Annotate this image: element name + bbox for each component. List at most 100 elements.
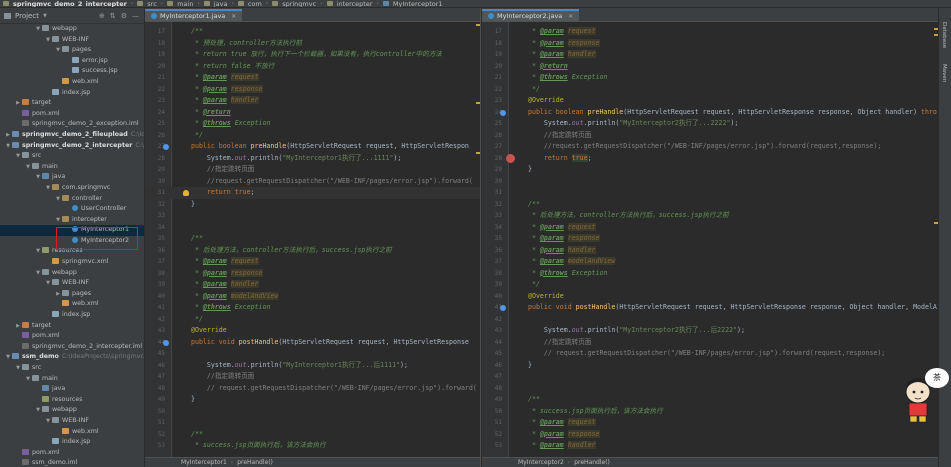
line-number[interactable]: 39	[145, 279, 165, 291]
tree-item[interactable]: ▼ src	[0, 363, 144, 374]
code-line[interactable]: 47 //指定跳转页面	[145, 371, 480, 383]
breadcrumb-class[interactable]: MyInterceptor1	[181, 459, 227, 466]
chevron-right-icon[interactable]: ▶	[54, 289, 62, 300]
code-line[interactable]: 42 */	[145, 314, 480, 326]
tree-item[interactable]: ▼ main	[0, 374, 144, 385]
code-line[interactable]: 20 * return false 不放行	[145, 61, 480, 73]
line-number[interactable]: 45	[482, 348, 502, 360]
tree-item[interactable]: UserController	[0, 204, 144, 215]
code-line[interactable]: 30	[482, 176, 938, 188]
line-number[interactable]: 23	[482, 95, 502, 107]
hide-icon[interactable]: —	[132, 12, 139, 20]
code-line[interactable]: 23 * @param handler	[145, 95, 480, 107]
line-number[interactable]: 28	[145, 153, 165, 165]
code-line[interactable]: 28 System.out.println("MyInterceptor1执行了…	[145, 153, 480, 165]
code-line[interactable]: 48	[482, 383, 938, 395]
line-number[interactable]: 31	[482, 187, 502, 199]
line-number[interactable]: 24	[145, 107, 165, 119]
line-number[interactable]: 50	[145, 406, 165, 418]
line-number[interactable]: 37	[482, 256, 502, 268]
line-number[interactable]: 17	[145, 26, 165, 38]
line-number[interactable]: 21	[145, 72, 165, 84]
maven-tool-button[interactable]: Maven	[941, 64, 947, 82]
code-line[interactable]: 36 * @param handler	[482, 245, 938, 257]
line-number[interactable]: 49	[482, 394, 502, 406]
line-number[interactable]: 47	[145, 371, 165, 383]
code-line[interactable]: 41 public void postHandle(HttpServletRequ…	[482, 302, 938, 314]
code-line[interactable]: 50 * success.jsp页面执行后，该方法会执行	[482, 406, 938, 418]
breadcrumb-method[interactable]: preHandle()	[237, 459, 273, 466]
tree-item[interactable]: index.jsp	[0, 310, 144, 321]
chevron-right-icon[interactable]: ▶	[14, 321, 22, 332]
tree-item[interactable]: ▼ intercepter	[0, 215, 144, 226]
chevron-down-icon[interactable]: ▼	[54, 45, 62, 56]
line-number[interactable]: 48	[482, 383, 502, 395]
code-line[interactable]: 47	[482, 371, 938, 383]
code-line[interactable]: 19 * @param handler	[482, 49, 938, 61]
line-number[interactable]: 38	[482, 268, 502, 280]
code-line[interactable]: 29 //指定跳转页面	[145, 164, 480, 176]
code-line[interactable]: 43 System.out.println("MyInterceptor2执行了…	[482, 325, 938, 337]
line-number[interactable]: 37	[145, 256, 165, 268]
line-number[interactable]: 35	[482, 233, 502, 245]
code-line[interactable]: 35 /**	[145, 233, 480, 245]
code-line[interactable]: 43 @Override	[145, 325, 480, 337]
code-line[interactable]: 24 * @return	[145, 107, 480, 119]
tree-item[interactable]: pom.xml	[0, 109, 144, 120]
code-line[interactable]: 27 public boolean preHandle(HttpServletRe…	[145, 141, 480, 153]
nav-crumb[interactable]: springmvc_demo_2_intercepter	[13, 0, 127, 7]
code-line[interactable]: 21 * @throws Exception	[482, 72, 938, 84]
line-number[interactable]: 42	[482, 314, 502, 326]
line-number[interactable]: 53	[145, 440, 165, 452]
line-number[interactable]: 17	[482, 26, 502, 38]
line-number[interactable]: 51	[145, 417, 165, 429]
code-line[interactable]: 17 /**	[145, 26, 480, 38]
line-number[interactable]: 22	[145, 84, 165, 96]
tree-item[interactable]: ▶ pages	[0, 289, 144, 300]
code-line[interactable]: 46 System.out.println("MyInterceptor1执行了…	[145, 360, 480, 372]
line-number[interactable]: 24	[482, 107, 502, 119]
collapse-all-icon[interactable]: ⇅	[110, 12, 116, 20]
breadcrumb-class[interactable]: MyInterceptor2	[518, 459, 564, 466]
tree-item[interactable]: ▶ springmvc_demo_2_fileuploadC:\IdeaProje…	[0, 130, 144, 141]
code-line[interactable]: 44 public void postHandle(HttpServletRequ…	[145, 337, 480, 349]
line-number[interactable]: 49	[145, 394, 165, 406]
line-number[interactable]: 28	[482, 153, 502, 165]
tree-item[interactable]: ▼ webapp	[0, 268, 144, 279]
lightbulb-icon[interactable]	[183, 190, 189, 196]
nav-crumb[interactable]: main	[177, 0, 193, 7]
implements-icon[interactable]	[163, 144, 169, 150]
code-line[interactable]: 23 @Override	[482, 95, 938, 107]
line-number[interactable]: 46	[482, 360, 502, 372]
code-line[interactable]: 39 * @param handler	[145, 279, 480, 291]
chevron-down-icon[interactable]: ▼	[54, 215, 62, 226]
tree-item[interactable]: web.xml	[0, 77, 144, 88]
close-icon[interactable]: ✕	[568, 13, 573, 20]
tab-myinterceptor2[interactable]: MyInterceptor2.java ✕	[482, 9, 580, 21]
code-line[interactable]: 52 /**	[145, 429, 480, 441]
line-number[interactable]: 30	[145, 176, 165, 188]
code-line[interactable]: 48 // request.getRequestDispatcher("/WEB…	[145, 383, 480, 395]
nav-crumb[interactable]: intercepter	[337, 0, 373, 7]
code-line[interactable]: 41 * @throws Exception	[145, 302, 480, 314]
tree-item[interactable]: springmvc_demo_2_exception.iml	[0, 119, 144, 130]
chevron-down-icon[interactable]: ▼	[44, 416, 52, 427]
line-number[interactable]: 47	[482, 371, 502, 383]
code-line[interactable]: 32 /**	[482, 199, 938, 211]
code-line[interactable]: 18 * @param response	[482, 38, 938, 50]
tree-item[interactable]: ▼ controller	[0, 194, 144, 205]
line-number[interactable]: 35	[145, 233, 165, 245]
code-line[interactable]: 39 */	[482, 279, 938, 291]
line-number[interactable]: 51	[482, 417, 502, 429]
code-line[interactable]: 33 * 后处理方法，controller方法执行后，success.jsp执行…	[482, 210, 938, 222]
line-number[interactable]: 25	[482, 118, 502, 130]
code-line[interactable]: 28 return true;	[482, 153, 938, 165]
line-number[interactable]: 34	[145, 222, 165, 234]
code-line[interactable]: 18 * 预处理，controller方法执行前	[145, 38, 480, 50]
code-area-left[interactable]: 17/** 18 * 预处理，controller方法执行前 19 * return…	[145, 22, 480, 457]
line-number[interactable]: 43	[145, 325, 165, 337]
code-line[interactable]: 37 * @param modelAndView	[482, 256, 938, 268]
warning-mark[interactable]	[476, 102, 480, 104]
nav-crumb[interactable]: java	[214, 0, 228, 7]
code-line[interactable]: 45	[145, 348, 480, 360]
